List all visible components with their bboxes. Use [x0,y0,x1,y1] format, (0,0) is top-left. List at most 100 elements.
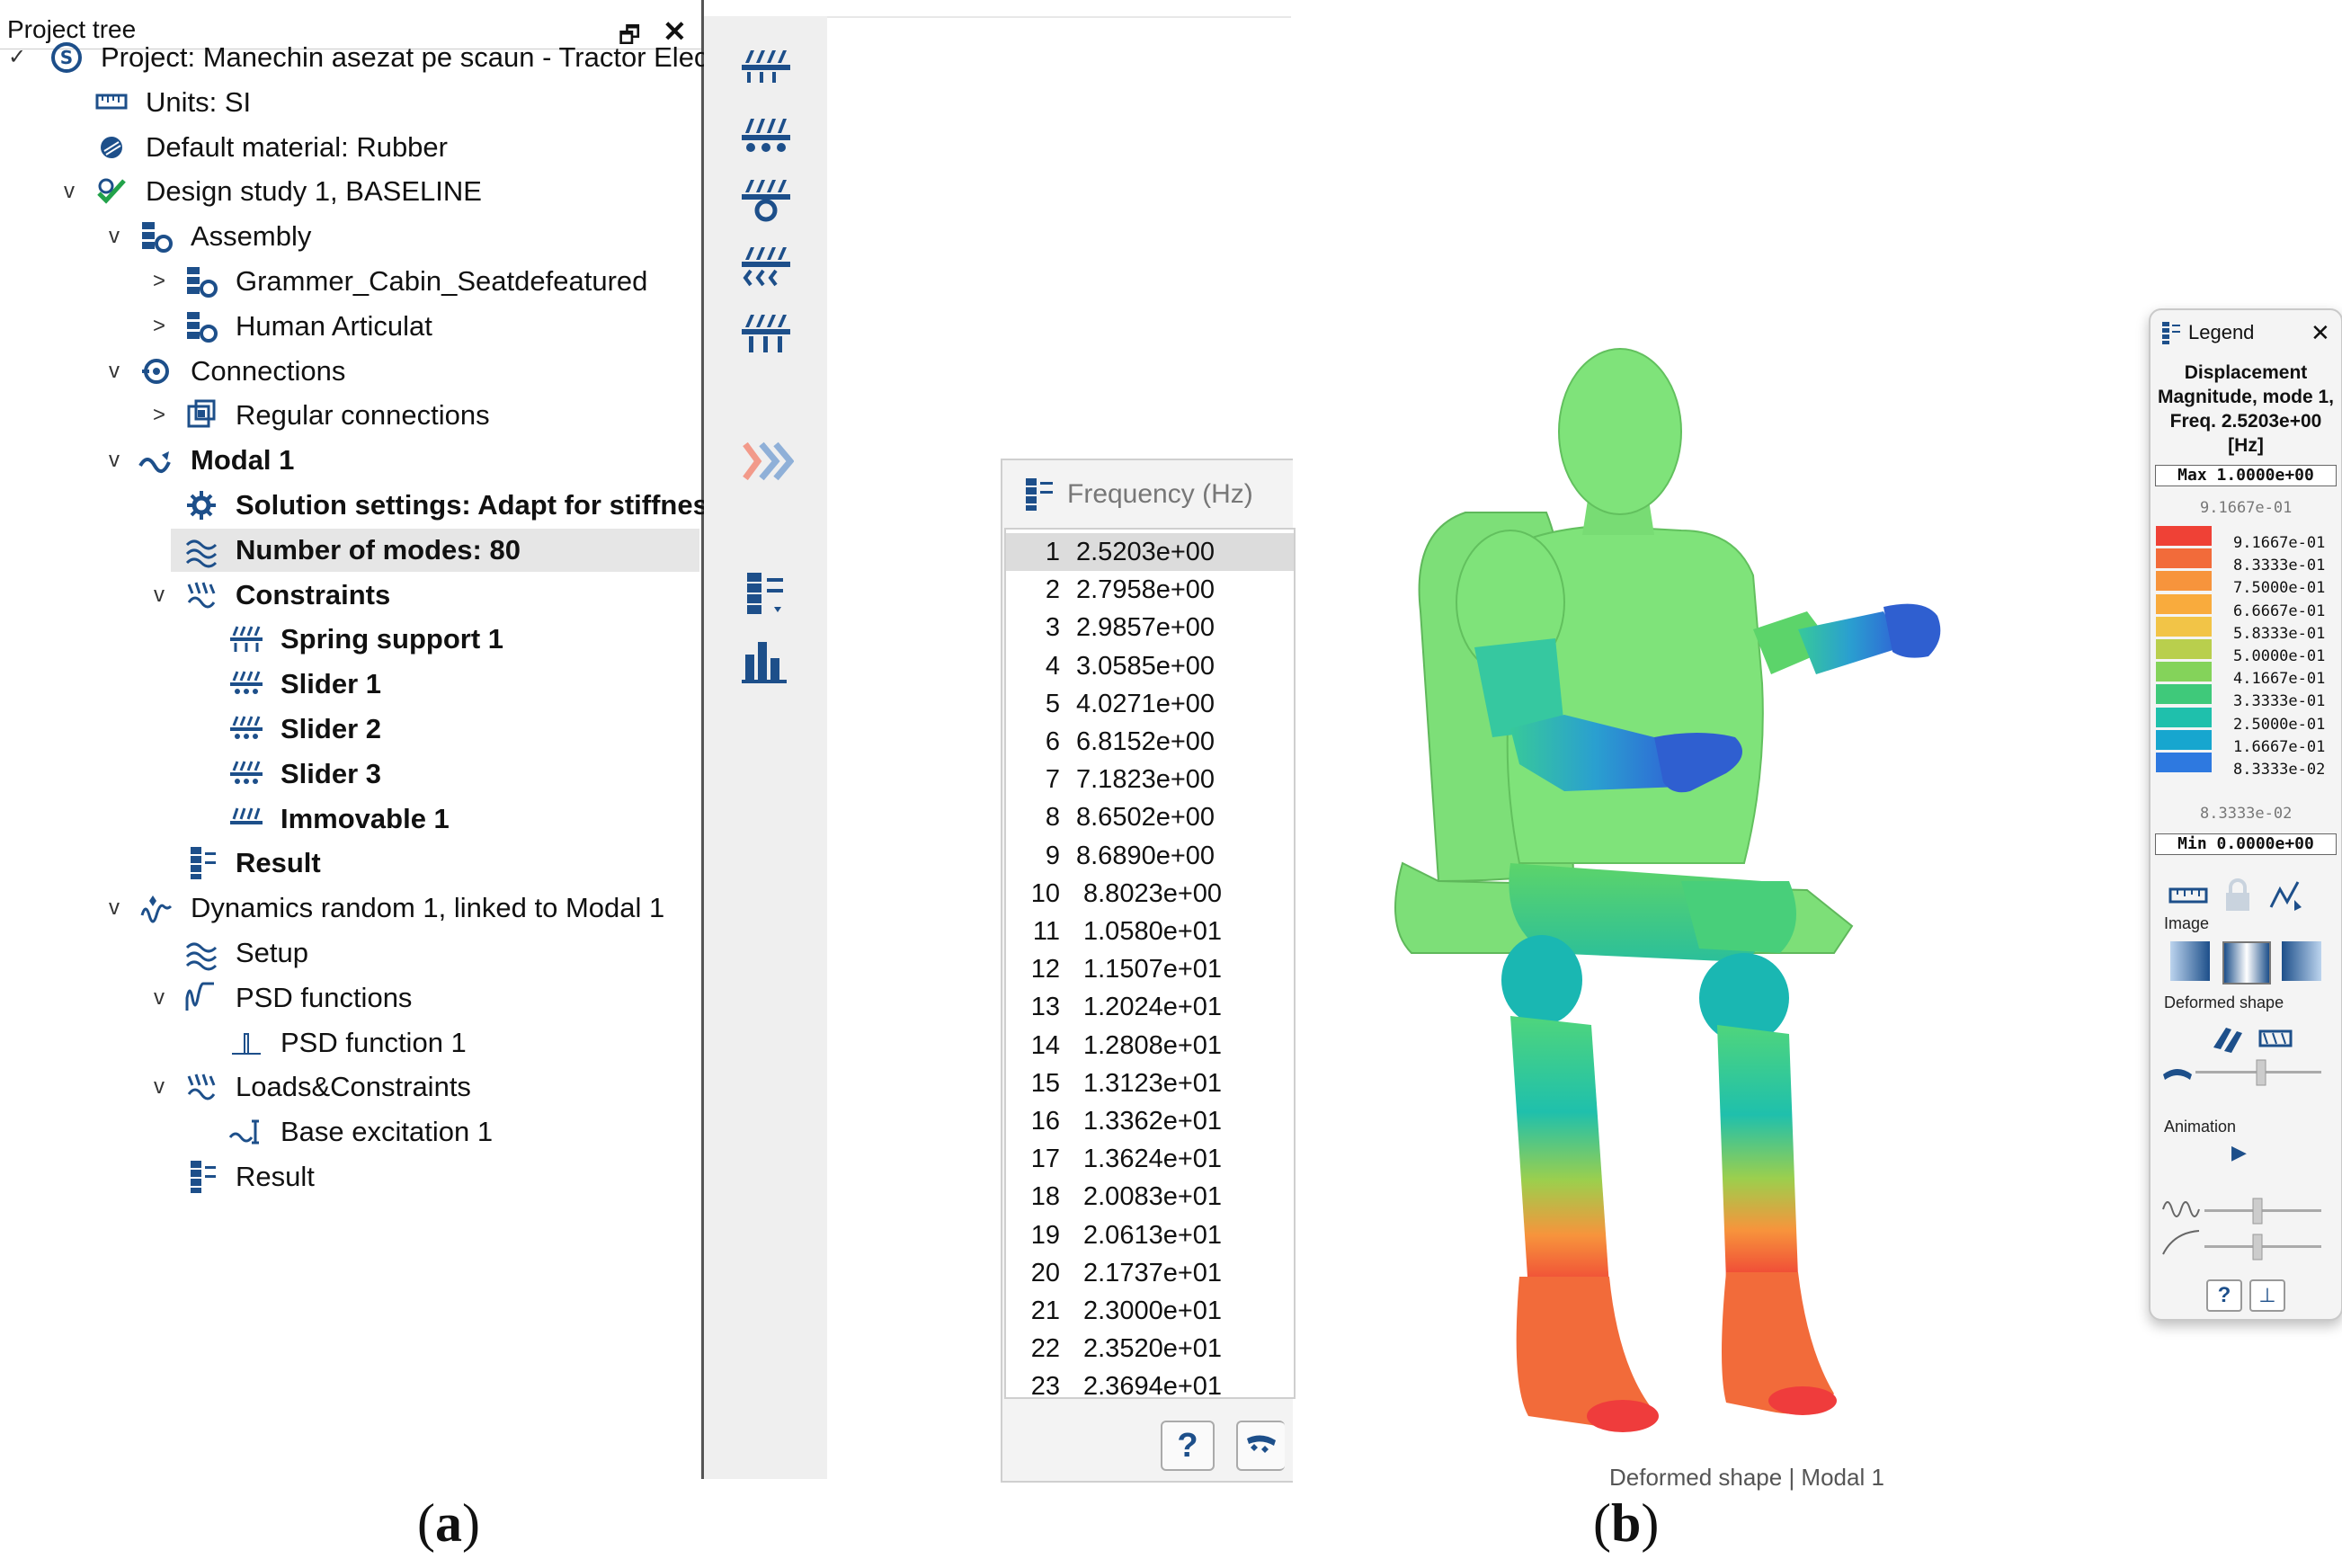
chevron-down-icon[interactable]: v [102,350,126,393]
tree-item[interactable]: v Design study 1, BASELINE [0,170,699,213]
spring-support-tool-icon[interactable] [738,45,794,90]
close-icon[interactable]: ✕ [2311,310,2330,355]
ruler-icon[interactable] [2168,887,2208,904]
tree-item[interactable]: Number of modes: 80 [171,528,699,572]
frequency-row[interactable]: 14 1.2808e+01 [1006,1027,1294,1065]
tree-item[interactable]: Spring support 1 [0,618,699,661]
speed-slider[interactable] [2204,1198,2321,1225]
tree-item[interactable]: Slider 1 [0,663,699,706]
image-mode-2-button[interactable] [2222,941,2271,984]
frequency-row[interactable]: 18 2.0083e+01 [1006,1178,1294,1216]
forward-arrows-icon[interactable] [738,439,794,484]
graph-icon[interactable] [2269,881,2302,911]
help-button[interactable]: ? [2206,1279,2242,1312]
frequency-row[interactable]: 10 8.8023e+00 [1006,875,1294,913]
chevron-right-icon[interactable]: > [147,305,171,348]
chevron-down-icon[interactable]: v [102,439,126,482]
deformed-shape-icon[interactable] [2213,1028,2242,1053]
tree-item[interactable]: ✓ S Project: Manechin asezat pe scaun - Tr… [0,36,731,79]
constraints-icon [187,582,216,609]
frequency-row[interactable]: 7 7.1823e+00 [1006,761,1294,798]
ramp-curve-icon [2162,1230,2200,1255]
frequency-row[interactable]: 17 1.3624e+01 [1006,1140,1294,1178]
cable-tool-icon[interactable] [738,245,794,290]
hinge-tool-icon[interactable] [738,178,794,223]
chevron-down-icon[interactable]: v [147,574,171,617]
image-mode-1-button[interactable] [2170,941,2210,981]
frequency-row[interactable]: 2 2.7958e+00 [1006,571,1294,609]
tree-item[interactable]: PSD function 1 [0,1021,699,1065]
tree-item[interactable]: > Grammer_Cabin_Seatdefeatured [0,260,699,303]
checkmark-icon[interactable]: ✓ [5,36,29,79]
frequency-row[interactable]: 19 2.0613e+01 [1006,1216,1294,1254]
chevron-down-icon[interactable]: v [102,215,126,258]
psd-functions-icon [185,982,214,1011]
frequency-row[interactable]: 11 1.0580e+01 [1006,913,1294,950]
chevron-right-icon[interactable]: > [147,260,171,303]
frequency-row[interactable]: 12 1.1507e+01 [1006,950,1294,988]
lock-icon[interactable] [2226,878,2249,911]
tree-item[interactable]: Units: SI [0,81,699,124]
help-button[interactable]: ? [1161,1421,1215,1471]
tree-item[interactable]: v Modal 1 [0,439,699,482]
chevron-down-icon[interactable]: v [147,976,171,1020]
tree-item[interactable]: > Regular connections [0,394,699,437]
frames-slider[interactable] [2204,1234,2321,1261]
chevron-down-icon[interactable]: v [147,1065,171,1109]
project-tree-panel: Project tree 🗗 ✕ ✓ S Project: Manechin ase… [0,0,731,1479]
3d-viewport[interactable] [1385,306,2104,1474]
dock-icon[interactable]: ⊥ [2249,1279,2285,1312]
tree-item[interactable]: Setup [0,931,699,975]
chevron-right-icon[interactable]: > [147,394,171,437]
tree-item[interactable]: Default material: Rubber [0,126,699,169]
tree-item[interactable]: Solution settings: Adapt for stiffness [0,484,724,527]
tree-item[interactable]: Result [0,842,699,885]
tree-item-label: Slider 2 [281,713,381,744]
units-icon [95,94,128,110]
tree-item[interactable]: v Constraints [0,574,699,617]
frequency-row[interactable]: 23 2.3694e+01 [1006,1368,1294,1405]
frequency-row[interactable]: 15 1.3123e+01 [1006,1065,1294,1102]
frequency-row[interactable]: 20 2.1737e+01 [1006,1254,1294,1292]
frequency-row[interactable]: 13 1.2024e+01 [1006,988,1294,1026]
deformed-shape-controls [2163,1028,2321,1086]
frequency-row[interactable]: 5 4.0271e+00 [1006,685,1294,723]
tree-item[interactable]: v Dynamics random 1, linked to Modal 1 [0,886,699,930]
frequency-list[interactable]: 1 2.5203e+00 2 2.7958e+00 3 2.9857e+00 4 3.0585… [1004,528,1296,1401]
chevron-down-icon[interactable]: v [102,886,126,930]
frequency-row[interactable]: 6 6.8152e+00 [1006,723,1294,761]
tree-item-label: Units: SI [146,85,252,118]
tree-item[interactable]: v Connections [0,350,699,393]
frequency-row[interactable]: 21 2.3000e+01 [1006,1292,1294,1330]
tree-item[interactable]: > Human Articulat [0,305,699,348]
result-list-icon[interactable] [738,571,794,616]
tree-item[interactable]: v PSD functions [0,976,699,1020]
image-mode-3-button[interactable] [2282,941,2321,981]
deformed-shape-button[interactable] [1236,1421,1285,1471]
scale-slider[interactable] [2195,1059,2321,1086]
tree-item[interactable]: v Loads&Constraints [0,1065,699,1109]
legend-swatch [2156,593,2212,614]
bar-chart-icon[interactable] [738,638,794,683]
frequency-row[interactable]: 16 1.3362e+01 [1006,1102,1294,1140]
frequency-row[interactable]: 1 2.5203e+00 [1006,533,1294,571]
tree-item-label: Design study 1, BASELINE [146,175,482,208]
tree-item-label: Result [236,1161,315,1192]
frequency-row[interactable]: 9 8.6890e+00 [1006,837,1294,875]
chevron-down-icon[interactable]: v [58,170,81,213]
play-icon[interactable]: ▶ [2231,1141,2247,1164]
frequency-row[interactable]: 8 8.6502e+00 [1006,798,1294,836]
tree-item[interactable]: Immovable 1 [0,797,699,841]
frequency-row[interactable]: 22 2.3520e+01 [1006,1330,1294,1368]
deformed-shape-section-label: Deformed shape [2164,993,2284,1011]
frequency-row[interactable]: 3 2.9857e+00 [1006,609,1294,646]
tree-item[interactable]: Result [0,1155,699,1198]
tree-item[interactable]: Slider 2 [0,708,699,751]
tree-item[interactable]: Slider 3 [0,753,699,796]
undeformed-shape-icon[interactable] [2258,1029,2293,1047]
immovable-tool-icon[interactable] [738,313,794,358]
slider-tool-icon[interactable] [738,113,794,158]
tree-item[interactable]: Base excitation 1 [0,1110,699,1154]
tree-item[interactable]: v Assembly [0,215,699,258]
frequency-row[interactable]: 4 3.0585e+00 [1006,647,1294,685]
